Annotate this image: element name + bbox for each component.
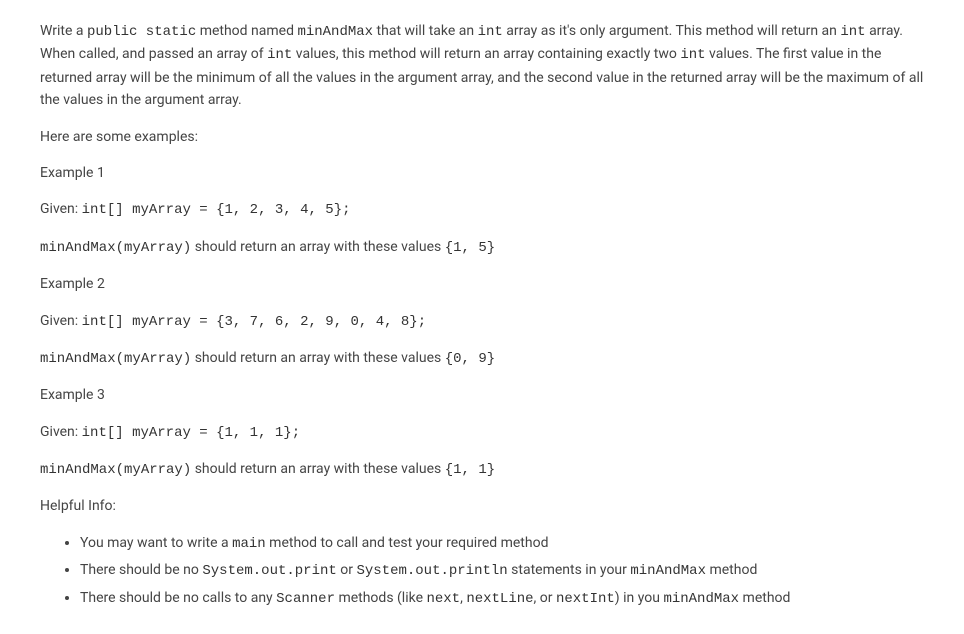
example-3-title: Example 3 bbox=[40, 384, 924, 406]
list-item: You may want to write a main method to c… bbox=[80, 532, 924, 555]
example-1-result: minAndMax(myArray) should return an arra… bbox=[40, 236, 924, 259]
list-item: There should be no System.out.print or S… bbox=[80, 559, 924, 582]
tip-text: statements in your bbox=[508, 562, 631, 578]
given-code: int[] myArray = {1, 2, 3, 4, 5}; bbox=[82, 202, 351, 218]
given-code: int[] myArray = {1, 1, 1}; bbox=[82, 425, 300, 441]
tip-text: , or bbox=[534, 590, 556, 606]
tip-text: ) in you bbox=[615, 590, 664, 606]
intro-text: that will take an bbox=[373, 23, 478, 39]
given-label: Given: bbox=[40, 313, 82, 329]
tip-text: There should be no calls to any bbox=[80, 590, 276, 606]
code-minandmax: minAndMax bbox=[630, 563, 706, 579]
given-label: Given: bbox=[40, 201, 82, 217]
intro-text: method named bbox=[196, 23, 297, 39]
code-nextline: nextLine bbox=[466, 591, 533, 607]
example-2-result: minAndMax(myArray) should return an arra… bbox=[40, 347, 924, 370]
tip-text: method bbox=[706, 562, 757, 578]
tip-text: method bbox=[739, 590, 790, 606]
call-code: minAndMax(myArray) bbox=[40, 462, 191, 478]
intro-text: Write a bbox=[40, 23, 87, 39]
call-code: minAndMax(myArray) bbox=[40, 240, 191, 256]
examples-heading: Here are some examples: bbox=[40, 126, 924, 148]
result-text: should return an array with these values bbox=[191, 239, 445, 255]
tip-text: or bbox=[337, 562, 357, 578]
code-int: int bbox=[478, 24, 503, 40]
example-3-result: minAndMax(myArray) should return an arra… bbox=[40, 458, 924, 481]
example-2-given: Given: int[] myArray = {3, 7, 6, 2, 9, 0… bbox=[40, 310, 924, 333]
result-text: should return an array with these values bbox=[191, 350, 445, 366]
code-int: int bbox=[840, 24, 865, 40]
example-1-given: Given: int[] myArray = {1, 2, 3, 4, 5}; bbox=[40, 198, 924, 221]
code-nextint: nextInt bbox=[556, 591, 615, 607]
example-2-title: Example 2 bbox=[40, 273, 924, 295]
example-3-given: Given: int[] myArray = {1, 1, 1}; bbox=[40, 421, 924, 444]
given-code: int[] myArray = {3, 7, 6, 2, 9, 0, 4, 8}… bbox=[82, 314, 426, 330]
given-label: Given: bbox=[40, 424, 82, 440]
call-code: minAndMax(myArray) bbox=[40, 351, 191, 367]
code-int: int bbox=[680, 47, 705, 63]
helpful-info-list: You may want to write a main method to c… bbox=[40, 532, 924, 610]
code-int: int bbox=[267, 47, 292, 63]
result-text: should return an array with these values bbox=[191, 461, 445, 477]
code-public-static: public static bbox=[87, 24, 196, 40]
code-minandmax: minAndMax bbox=[297, 24, 373, 40]
intro-text: values, this method will return an array… bbox=[292, 46, 680, 62]
code-main: main bbox=[232, 536, 266, 552]
helpful-info-heading: Helpful Info: bbox=[40, 495, 924, 517]
tip-text: methods (like bbox=[335, 590, 427, 606]
result-code: {1, 1} bbox=[445, 462, 495, 478]
intro-text: array as it's only argument. This method… bbox=[503, 23, 841, 39]
tip-text: There should be no bbox=[80, 562, 202, 578]
intro-paragraph: Write a public static method named minAn… bbox=[40, 20, 924, 112]
list-item: There should be no calls to any Scanner … bbox=[80, 587, 924, 610]
code-scanner: Scanner bbox=[276, 591, 335, 607]
result-code: {0, 9} bbox=[445, 351, 495, 367]
code-print: System.out.print bbox=[202, 563, 336, 579]
example-1-title: Example 1 bbox=[40, 162, 924, 184]
code-minandmax: minAndMax bbox=[663, 591, 739, 607]
code-println: System.out.println bbox=[356, 563, 507, 579]
code-next: next bbox=[426, 591, 460, 607]
result-code: {1, 5} bbox=[445, 240, 495, 256]
